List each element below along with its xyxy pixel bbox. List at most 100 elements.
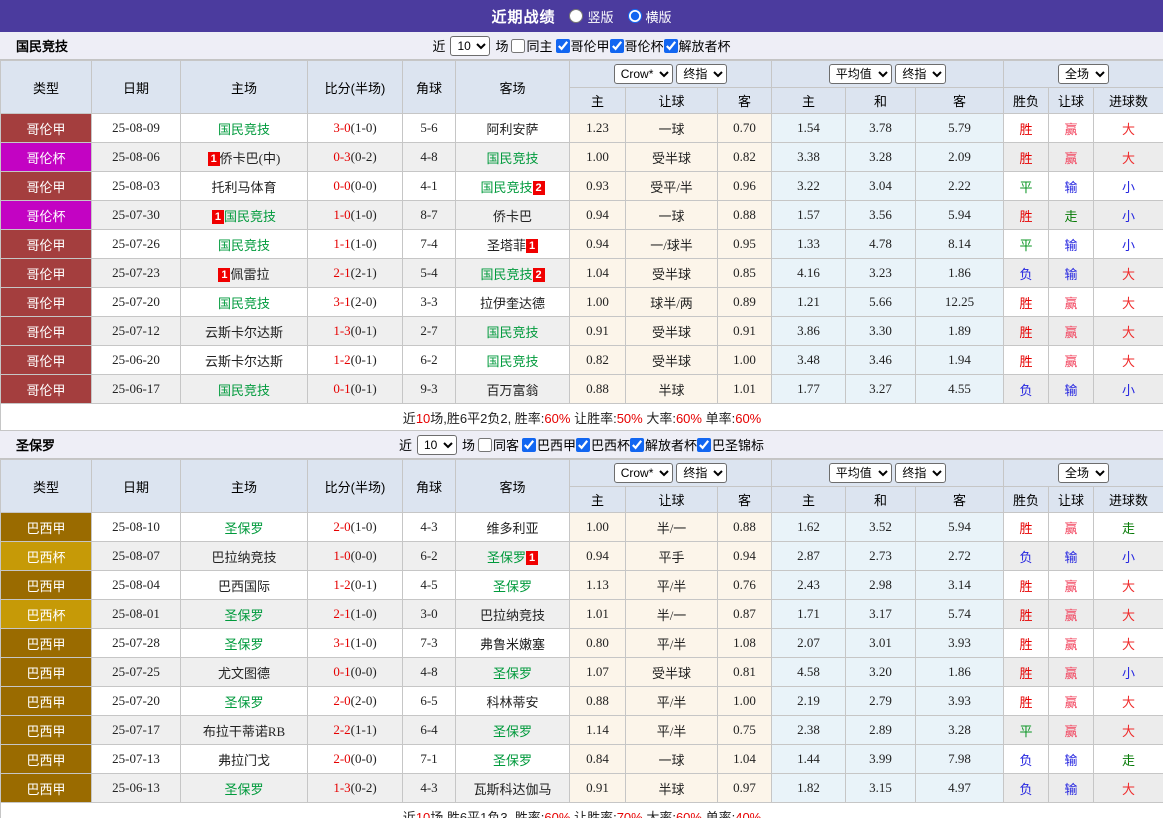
home-team[interactable]: 国民竞技 bbox=[180, 113, 308, 143]
league-checkbox[interactable] bbox=[663, 38, 678, 53]
home-team[interactable]: 圣保罗 bbox=[180, 773, 308, 803]
same-venue-checkbox-1[interactable] bbox=[511, 38, 526, 53]
away-team[interactable]: 圣保罗 bbox=[455, 744, 570, 774]
recent-count-select-1[interactable]: 10 bbox=[450, 35, 491, 56]
final-odds-select-1a[interactable]: 终指 bbox=[676, 64, 728, 84]
away-team[interactable]: 圣保罗 bbox=[455, 570, 570, 600]
corner-score: 4-5 bbox=[402, 570, 456, 600]
team-label: 科林蒂安 bbox=[486, 694, 539, 710]
layout-vertical-option[interactable]: 竖版 bbox=[569, 7, 614, 26]
col-handicap-result: 让球 bbox=[1048, 486, 1095, 513]
filter-bar-1: 国民竞技 近 10 场 同主 哥伦甲 哥伦杯 解放者杯 bbox=[0, 32, 1163, 60]
odds-away: 0.94 bbox=[716, 541, 773, 571]
away-team[interactable]: 国民竞技 bbox=[455, 316, 570, 346]
league-filter-option[interactable]: 哥伦甲 bbox=[555, 36, 610, 55]
same-venue-option-2[interactable]: 同客 bbox=[477, 435, 519, 454]
page-title: 近期战绩 bbox=[491, 8, 556, 26]
final-odds-select-2b[interactable]: 终指 bbox=[895, 463, 947, 483]
away-team[interactable]: 巴拉纳竞技 bbox=[455, 599, 570, 629]
odds-home: 1.13 bbox=[569, 570, 626, 600]
away-team[interactable]: 弗鲁米嫩塞 bbox=[455, 628, 570, 658]
away-team[interactable]: 拉伊奎达德 bbox=[455, 287, 570, 317]
home-team[interactable]: 云斯卡尔达斯 bbox=[180, 316, 308, 346]
league-type-cell: 巴西甲 bbox=[0, 773, 92, 803]
home-team[interactable]: 托利马体育 bbox=[180, 171, 308, 201]
home-team[interactable]: 1 国民竞技 bbox=[180, 200, 308, 230]
vertical-radio[interactable] bbox=[569, 9, 584, 23]
red-card-badge: 1 bbox=[218, 267, 231, 282]
home-team[interactable]: 云斯卡尔达斯 bbox=[180, 345, 308, 375]
home-team[interactable]: 圣保罗 bbox=[180, 628, 308, 658]
home-team[interactable]: 巴西国际 bbox=[180, 570, 308, 600]
league-checkbox[interactable] bbox=[555, 38, 570, 53]
away-team[interactable]: 侨卡巴 bbox=[455, 200, 570, 230]
home-team[interactable]: 国民竞技 bbox=[180, 287, 308, 317]
match-date: 25-08-04 bbox=[91, 570, 181, 600]
match-row: 巴西甲 25-06-13 圣保罗 1-3(0-2) 4-3 瓦斯科达伽马 0.91 半球 0.9… bbox=[0, 773, 1163, 803]
horizontal-radio[interactable] bbox=[627, 9, 642, 23]
league-checkbox[interactable] bbox=[630, 437, 645, 452]
avg-home: 1.44 bbox=[771, 744, 847, 774]
home-team[interactable]: 国民竞技 bbox=[180, 229, 308, 259]
result-goals: 小 bbox=[1093, 200, 1163, 230]
asian-odds-selects: Crow* 终指 bbox=[568, 459, 773, 487]
league-filter-option[interactable]: 哥伦杯 bbox=[609, 36, 664, 55]
odds-handicap: 一球 bbox=[625, 113, 718, 143]
league-filter-option[interactable]: 巴西甲 bbox=[521, 435, 576, 454]
same-venue-checkbox-2[interactable] bbox=[477, 437, 492, 452]
away-team[interactable]: 百万富翁 bbox=[455, 374, 570, 404]
result-handicap: 赢 bbox=[1048, 142, 1095, 172]
away-team[interactable]: 圣塔菲 1 bbox=[455, 229, 570, 259]
league-checkbox[interactable] bbox=[521, 437, 536, 452]
final-odds-select-1b[interactable]: 终指 bbox=[895, 64, 947, 84]
away-team[interactable]: 国民竞技 bbox=[455, 345, 570, 375]
home-team[interactable]: 圣保罗 bbox=[180, 599, 308, 629]
league-type-cell: 哥伦杯 bbox=[0, 142, 92, 172]
home-team[interactable]: 圣保罗 bbox=[180, 686, 308, 716]
league-checkbox[interactable] bbox=[609, 38, 624, 53]
away-team[interactable]: 瓦斯科达伽马 bbox=[455, 773, 570, 803]
home-team[interactable]: 圣保罗 bbox=[180, 512, 308, 542]
league-filter-option[interactable]: 巴西杯 bbox=[576, 435, 630, 454]
layout-horizontal-option[interactable]: 横版 bbox=[627, 7, 672, 26]
away-team[interactable]: 国民竞技 2 bbox=[455, 258, 570, 288]
bookmaker-select-1[interactable]: Crow* bbox=[613, 64, 673, 84]
same-venue-option-1[interactable]: 同主 bbox=[511, 36, 553, 55]
average-select-2[interactable]: 平均值 bbox=[828, 463, 892, 483]
league-filter-option[interactable]: 巴圣锦标 bbox=[697, 435, 764, 454]
scope-select-2[interactable]: 全场 bbox=[1058, 463, 1110, 483]
avg-away: 3.93 bbox=[915, 628, 1005, 658]
odds-away: 0.82 bbox=[716, 142, 773, 172]
bookmaker-select-2[interactable]: Crow* bbox=[613, 463, 673, 483]
league-checkbox[interactable] bbox=[697, 437, 712, 452]
away-team[interactable]: 圣保罗 1 bbox=[455, 541, 570, 571]
recent-count-select-2[interactable]: 10 bbox=[416, 434, 457, 455]
away-team[interactable]: 国民竞技 bbox=[455, 142, 570, 172]
result-handicap: 输 bbox=[1048, 773, 1095, 803]
home-team[interactable]: 尤文图德 bbox=[180, 657, 308, 687]
league-checkbox[interactable] bbox=[576, 437, 590, 452]
away-team[interactable]: 维多利亚 bbox=[455, 512, 570, 542]
away-team[interactable]: 阿利安萨 bbox=[455, 113, 570, 143]
home-team[interactable]: 国民竞技 bbox=[180, 374, 308, 404]
average-select-1[interactable]: 平均值 bbox=[828, 64, 892, 84]
col-avg-home: 主 bbox=[771, 87, 847, 114]
away-team[interactable]: 圣保罗 bbox=[455, 657, 570, 687]
avg-home: 4.58 bbox=[771, 657, 847, 687]
league-filter-option[interactable]: 解放者杯 bbox=[663, 36, 731, 55]
home-team[interactable]: 弗拉门戈 bbox=[180, 744, 308, 774]
away-team[interactable]: 科林蒂安 bbox=[455, 686, 570, 716]
league-filter-option[interactable]: 解放者杯 bbox=[630, 435, 697, 454]
corner-score: 5-4 bbox=[402, 258, 456, 288]
same-venue-label-1: 同主 bbox=[526, 39, 553, 54]
home-team[interactable]: 布拉干蒂诺RB bbox=[180, 715, 308, 745]
final-odds-select-2a[interactable]: 终指 bbox=[676, 463, 728, 483]
odds-home: 0.88 bbox=[569, 374, 626, 404]
home-team[interactable]: 1 侨卡巴(中) bbox=[180, 142, 308, 172]
scope-select-1[interactable]: 全场 bbox=[1058, 64, 1110, 84]
away-team[interactable]: 国民竞技 2 bbox=[455, 171, 570, 201]
home-team[interactable]: 1 佩雷拉 bbox=[180, 258, 308, 288]
away-team[interactable]: 圣保罗 bbox=[455, 715, 570, 745]
home-team[interactable]: 巴拉纳竞技 bbox=[180, 541, 308, 571]
match-date: 25-06-17 bbox=[91, 374, 181, 404]
